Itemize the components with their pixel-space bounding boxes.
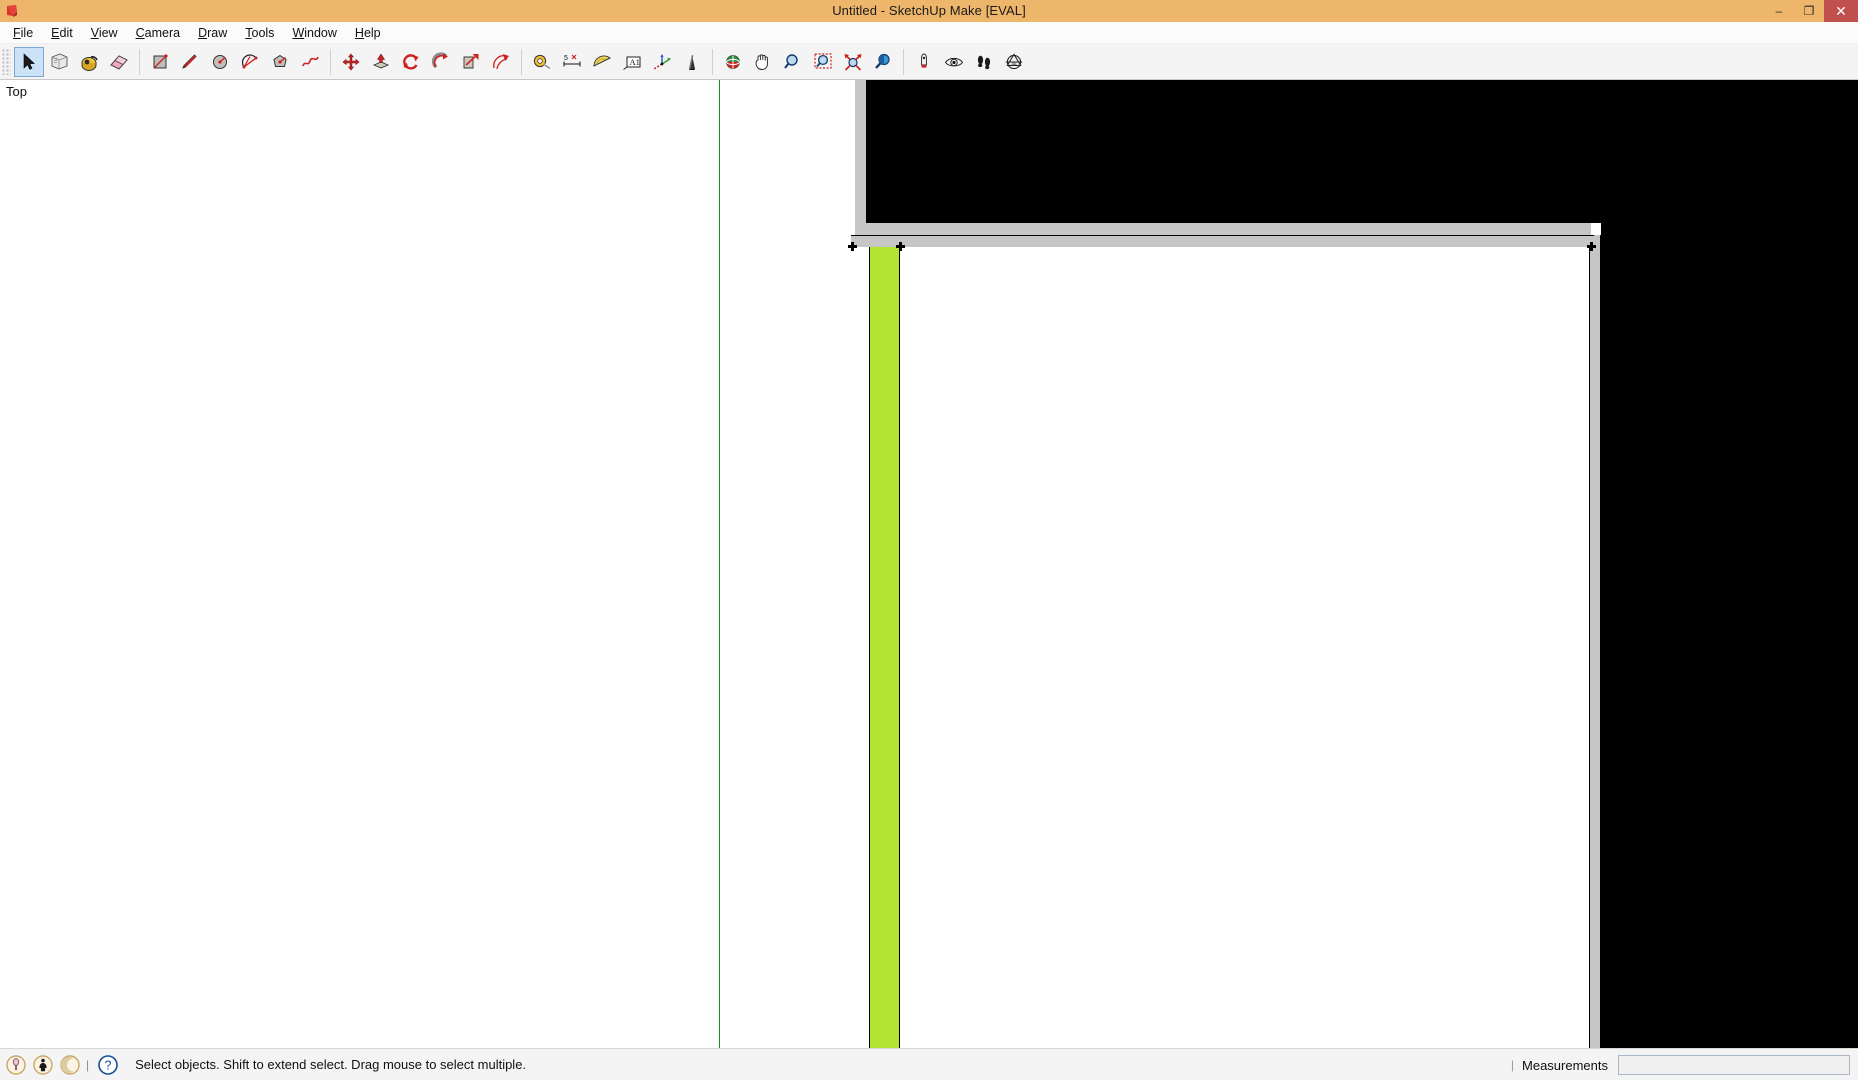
status-bar: | ? Select objects. Shift to extend sele… bbox=[0, 1048, 1858, 1080]
maximize-button[interactable]: ❐ bbox=[1794, 0, 1824, 22]
rotate-icon[interactable] bbox=[396, 47, 426, 77]
menu-item-help[interactable]: Help bbox=[346, 23, 390, 43]
help-question-icon[interactable]: ? bbox=[97, 1054, 119, 1076]
green-axis-line bbox=[719, 80, 720, 1048]
menu-item-file[interactable]: File bbox=[4, 23, 42, 43]
minimize-button[interactable]: – bbox=[1764, 0, 1794, 22]
measurements-area: | Measurements bbox=[1511, 1049, 1850, 1081]
status-message: Select objects. Shift to extend select. … bbox=[135, 1057, 527, 1072]
dimension-icon[interactable]: 5 bbox=[557, 47, 587, 77]
status-divider: | bbox=[86, 1057, 90, 1072]
edge-line-upper-jamb-right bbox=[866, 80, 867, 223]
edge-line-selected-left bbox=[869, 247, 870, 1048]
view-label: Top bbox=[6, 84, 27, 99]
3d-text-icon[interactable] bbox=[677, 47, 707, 77]
geo-location-icon[interactable] bbox=[5, 1054, 27, 1076]
solar-north-icon[interactable] bbox=[59, 1054, 81, 1076]
protractor-icon[interactable] bbox=[587, 47, 617, 77]
measurements-input[interactable] bbox=[1618, 1055, 1850, 1075]
model-viewport[interactable]: Top bbox=[0, 80, 1858, 1048]
rectangle-icon[interactable] bbox=[145, 47, 175, 77]
arc-icon[interactable] bbox=[235, 47, 265, 77]
wall-segment-upper-ledge bbox=[855, 223, 1591, 235]
walk-icon[interactable] bbox=[969, 47, 999, 77]
edge-line-upper-ledge-top bbox=[867, 222, 1591, 223]
axes-icon[interactable] bbox=[647, 47, 677, 77]
previous-view-icon[interactable] bbox=[868, 47, 898, 77]
eraser-icon[interactable] bbox=[104, 47, 134, 77]
line-pencil-icon[interactable] bbox=[175, 47, 205, 77]
edge-line-room-right-inner bbox=[1589, 247, 1590, 1048]
title-bar[interactable]: Untitled - SketchUp Make [EVAL] – ❐ ✕ bbox=[0, 0, 1858, 22]
sketchup-logo-icon bbox=[4, 3, 20, 19]
look-around-icon[interactable] bbox=[939, 47, 969, 77]
window-title: Untitled - SketchUp Make [EVAL] bbox=[832, 3, 1026, 18]
measurements-label: Measurements bbox=[1522, 1057, 1608, 1073]
orbit-icon[interactable] bbox=[718, 47, 748, 77]
menu-item-camera[interactable]: Camera bbox=[127, 23, 189, 43]
circle-icon[interactable] bbox=[205, 47, 235, 77]
toolbar-separator bbox=[521, 48, 522, 75]
zoom-icon[interactable] bbox=[778, 47, 808, 77]
selection-endpoint bbox=[1587, 242, 1596, 251]
svg-text:45: 45 bbox=[1012, 61, 1017, 66]
menu-item-tools[interactable]: Tools bbox=[236, 23, 283, 43]
pushpull-icon[interactable] bbox=[366, 47, 396, 77]
polygon-icon[interactable] bbox=[265, 47, 295, 77]
menu-item-window[interactable]: Window bbox=[283, 23, 345, 43]
toolbar-separator bbox=[712, 48, 713, 75]
window-controls[interactable]: – ❐ ✕ bbox=[1764, 0, 1858, 22]
scale-icon[interactable] bbox=[456, 47, 486, 77]
followme-icon[interactable] bbox=[426, 47, 456, 77]
edge-line-room-right-outer bbox=[1600, 235, 1601, 1048]
paint-bucket-icon[interactable] bbox=[74, 47, 104, 77]
position-camera-icon[interactable] bbox=[909, 47, 939, 77]
edge-line-selected-right bbox=[899, 247, 900, 1048]
pan-hand-icon[interactable] bbox=[748, 47, 778, 77]
void-region-right bbox=[1601, 223, 1858, 1048]
move-icon[interactable] bbox=[336, 47, 366, 77]
selection-endpoint bbox=[896, 242, 905, 251]
svg-text:5: 5 bbox=[564, 55, 568, 62]
section-plane-icon[interactable]: 45 bbox=[999, 47, 1029, 77]
svg-text:A1: A1 bbox=[630, 57, 640, 67]
menu-item-draw[interactable]: Draw bbox=[189, 23, 236, 43]
toolbar-grip[interactable] bbox=[2, 48, 11, 75]
selected-face[interactable] bbox=[870, 247, 899, 1048]
make-component-icon[interactable] bbox=[44, 47, 74, 77]
select-arrow-icon[interactable] bbox=[14, 46, 44, 77]
void-region-upper bbox=[867, 80, 1858, 223]
offset-icon[interactable] bbox=[486, 47, 516, 77]
main-toolbar: 5 A1 45 bbox=[0, 44, 1858, 80]
edge-line-room-top bbox=[851, 235, 1594, 236]
measurements-divider: | bbox=[1510, 1058, 1515, 1072]
wall-segment-room-top bbox=[851, 235, 1594, 247]
freehand-icon[interactable] bbox=[295, 47, 325, 77]
toolbar-separator bbox=[139, 48, 140, 75]
zoom-window-icon[interactable] bbox=[808, 47, 838, 77]
text-icon[interactable]: A1 bbox=[617, 47, 647, 77]
zoom-extents-icon[interactable] bbox=[838, 47, 868, 77]
selection-endpoint bbox=[848, 242, 857, 251]
menu-item-edit[interactable]: Edit bbox=[42, 23, 82, 43]
menu-item-view[interactable]: View bbox=[82, 23, 127, 43]
room-interior-floor bbox=[851, 247, 1589, 1048]
close-button[interactable]: ✕ bbox=[1824, 0, 1858, 22]
menu-bar: File Edit View Camera Draw Tools Window … bbox=[0, 22, 1858, 44]
toolbar-separator bbox=[330, 48, 331, 75]
tape-measure-icon[interactable] bbox=[527, 47, 557, 77]
credits-icon[interactable] bbox=[32, 1054, 54, 1076]
svg-text:?: ? bbox=[105, 1058, 112, 1072]
toolbar-separator bbox=[903, 48, 904, 75]
